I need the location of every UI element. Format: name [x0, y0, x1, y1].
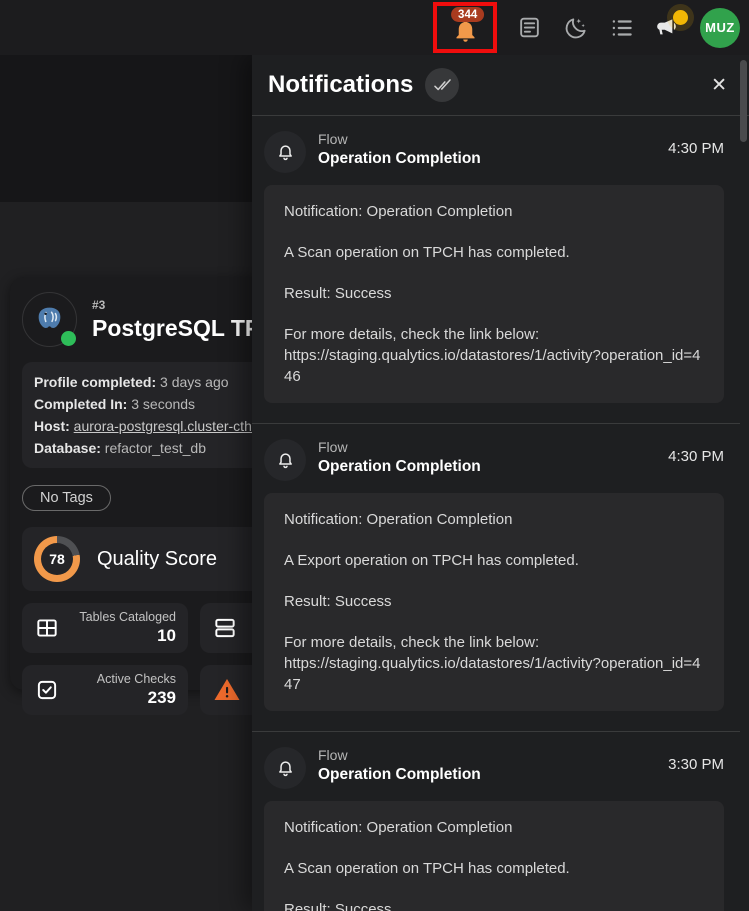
- notification-title: Operation Completion: [318, 150, 481, 167]
- notification-link-block: For more details, check the link below: …: [284, 324, 704, 387]
- theme-toggle-button[interactable]: [562, 14, 589, 41]
- notification-bell-icon: [264, 747, 306, 789]
- avatar-initials: MUZ: [705, 20, 735, 35]
- notification-item-header: Flow Operation Completion 3:30 PM: [252, 732, 749, 789]
- quality-score-ring: 78: [34, 536, 80, 582]
- notification-item[interactable]: Flow Operation Completion 3:30 PM Notifi…: [252, 732, 749, 911]
- panel-scrollbar-thumb[interactable]: [740, 60, 747, 142]
- notification-text-line: Result: Success: [284, 285, 392, 302]
- notification-item[interactable]: Flow Operation Completion 4:30 PM Notifi…: [252, 116, 749, 423]
- notification-item[interactable]: Flow Operation Completion 4:30 PM Notifi…: [252, 424, 749, 731]
- notification-text-line: Notification: Operation Completion: [284, 511, 513, 528]
- user-avatar[interactable]: MUZ: [700, 7, 740, 48]
- rows-stack-icon: [212, 615, 238, 641]
- notification-item-header: Flow Operation Completion 4:30 PM: [252, 424, 749, 481]
- article-icon: [517, 15, 542, 40]
- notification-body: Notification: Operation Completion A Sca…: [264, 185, 724, 403]
- activity-list-button[interactable]: [608, 14, 635, 41]
- notification-bell-icon: [264, 439, 306, 481]
- mark-all-read-button[interactable]: [425, 68, 460, 102]
- notification-text-line: A Export operation on TPCH has completed…: [284, 552, 579, 569]
- close-panel-button[interactable]: ✕: [711, 76, 727, 95]
- notification-text-line: Notification: Operation Completion: [284, 819, 513, 836]
- check-square-icon: [34, 677, 60, 703]
- list-icon: [609, 15, 635, 41]
- article-button[interactable]: [516, 14, 543, 41]
- status-online-dot: [61, 331, 76, 346]
- host-link[interactable]: aurora-postgresql.cluster-ctho: [74, 418, 260, 434]
- quality-score-value: 78: [41, 543, 73, 575]
- notifications-bell-button[interactable]: 344: [433, 2, 497, 53]
- notification-text-line: A Scan operation on TPCH has completed.: [284, 860, 570, 877]
- stats-grid: Tables Cataloged 10 Active Checks 239: [22, 603, 366, 715]
- notification-body: Notification: Operation Completion A Sca…: [264, 801, 724, 911]
- notification-text-line: A Scan operation on TPCH has completed.: [284, 244, 570, 261]
- notification-category: Flow: [318, 131, 348, 147]
- tables-cataloged-card[interactable]: Tables Cataloged 10: [22, 603, 188, 653]
- notification-text-line: Result: Success: [284, 901, 392, 911]
- double-check-icon: [433, 76, 452, 95]
- notification-bell-icon: [264, 131, 306, 173]
- datastore-avatar[interactable]: [22, 292, 77, 347]
- announcement-dot-badge: [673, 10, 688, 25]
- notification-link-block: For more details, check the link below: …: [284, 632, 704, 695]
- notification-count-badge: 344: [451, 7, 485, 22]
- stat-text: Active Checks 239: [96, 671, 176, 708]
- notification-body: Notification: Operation Completion A Exp…: [264, 493, 724, 711]
- quality-score-label: Quality Score: [97, 547, 218, 570]
- notification-item-header: Flow Operation Completion 4:30 PM: [252, 116, 749, 173]
- notification-time: 4:30 PM: [668, 140, 724, 157]
- notification-text-line: Result: Success: [284, 593, 392, 610]
- warning-triangle-icon: [212, 675, 242, 705]
- notification-heading: Flow Operation Completion: [318, 439, 481, 476]
- table-grid-icon: [34, 615, 60, 641]
- notification-link[interactable]: https://staging.qualytics.io/datastores/…: [284, 653, 704, 695]
- postgresql-logo: [34, 304, 65, 335]
- notification-title: Operation Completion: [318, 458, 481, 475]
- notification-heading: Flow Operation Completion: [318, 747, 481, 784]
- panel-title: Notifications: [268, 71, 414, 98]
- datastore-card-header: #3 PostgreSQL TPCH: [22, 292, 294, 347]
- notifications-panel-header: Notifications ✕: [252, 55, 749, 115]
- active-checks-card[interactable]: Active Checks 239: [22, 665, 188, 715]
- notification-text-line: For more details, check the link below:: [284, 634, 540, 651]
- notification-time: 4:30 PM: [668, 448, 724, 465]
- notification-text-line: For more details, check the link below:: [284, 326, 540, 343]
- top-navigation-bar: 344 MUZ: [0, 0, 749, 55]
- notification-category: Flow: [318, 747, 348, 763]
- notification-title: Operation Completion: [318, 766, 481, 783]
- notifications-panel: Notifications ✕ Flow Operation Completio…: [252, 55, 749, 911]
- close-icon: ✕: [711, 74, 727, 96]
- notification-category: Flow: [318, 439, 348, 455]
- notification-time: 3:30 PM: [668, 756, 724, 773]
- notification-heading: Flow Operation Completion: [318, 131, 481, 168]
- moon-stars-icon: [563, 15, 589, 41]
- notification-link[interactable]: https://staging.qualytics.io/datastores/…: [284, 345, 704, 387]
- page-header-region: [0, 55, 252, 202]
- no-tags-pill[interactable]: No Tags: [22, 485, 111, 511]
- announcements-button[interactable]: [654, 10, 688, 41]
- stat-text: Tables Cataloged 10: [79, 609, 176, 646]
- notification-text-line: Notification: Operation Completion: [284, 203, 513, 220]
